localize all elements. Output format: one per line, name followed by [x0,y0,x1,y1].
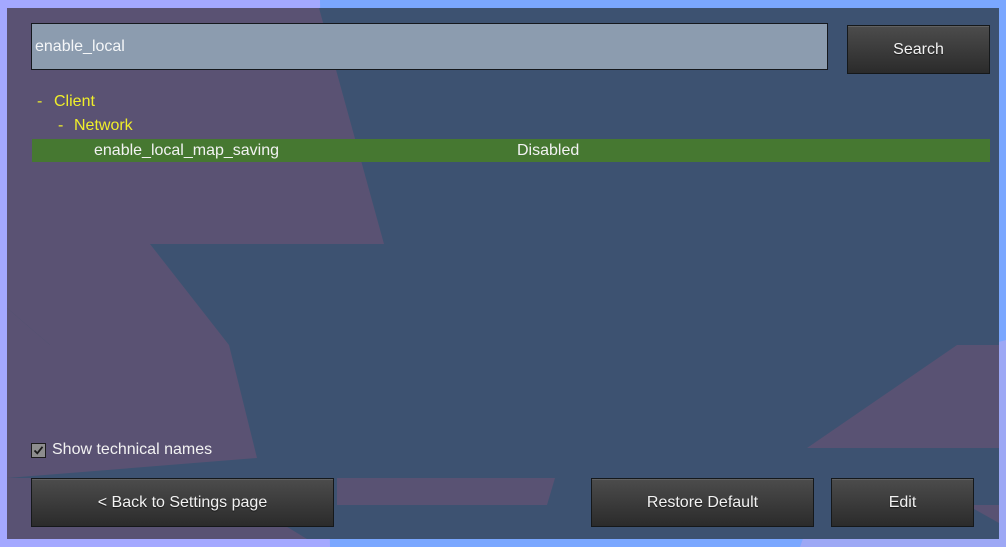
settings-panel: Search - Client - Network enable_local_m… [7,8,999,539]
search-button[interactable]: Search [847,25,990,74]
tree-group-label: Client [54,93,95,110]
search-button-label: Search [893,40,944,58]
setting-value: Disabled [517,142,580,159]
edit-button[interactable]: Edit [831,478,974,527]
show-technical-names-option[interactable]: Show technical names [31,439,212,461]
edit-button-label: Edit [888,493,917,511]
checkmark-icon [33,445,44,455]
show-technical-names-label: Show technical names [52,441,213,458]
back-button-label: < Back to Settings page [97,493,268,511]
tree-group-client[interactable]: - Client [37,90,95,114]
setting-row-selected[interactable]: enable_local_map_saving Disabled [32,139,990,162]
search-input[interactable] [31,23,828,70]
tree-group-network[interactable]: - Network [58,114,133,138]
restore-default-button[interactable]: Restore Default [591,478,814,527]
tree-group-label: Network [74,117,133,134]
collapse-icon[interactable]: - [58,114,72,138]
collapse-icon[interactable]: - [37,90,51,114]
setting-name: enable_local_map_saving [94,142,280,159]
back-to-settings-button[interactable]: < Back to Settings page [31,478,334,527]
restore-button-label: Restore Default [646,493,759,511]
show-technical-names-checkbox[interactable] [31,442,46,458]
